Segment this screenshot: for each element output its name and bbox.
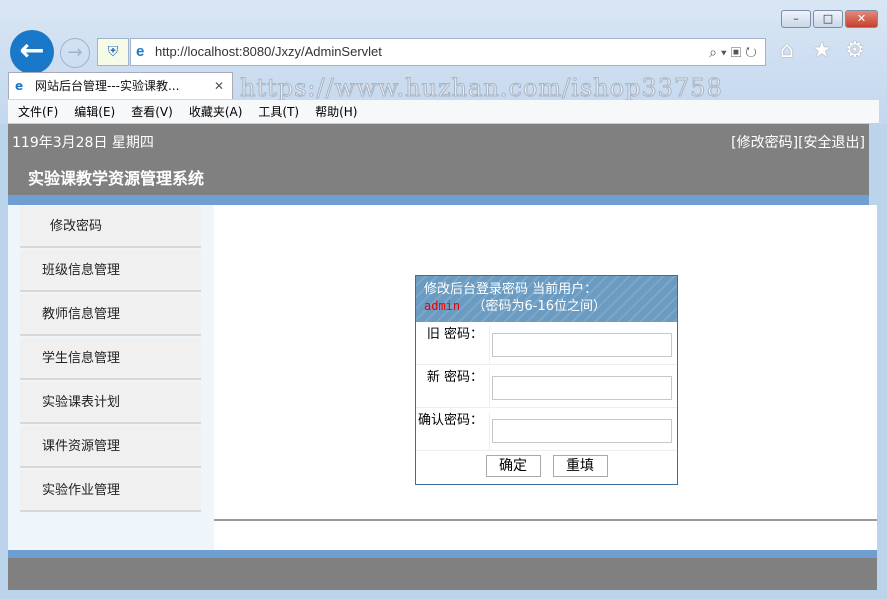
maximize-button[interactable]: □ (813, 10, 843, 28)
current-user: admin (424, 299, 461, 313)
logout-link[interactable]: [安全退出] (798, 135, 865, 151)
sidebar-item-courseware[interactable]: 课件资源管理 (20, 426, 201, 468)
sidebar: 修改密码 班级信息管理 教师信息管理 学生信息管理 实验课表计划 课件资源管理 … (8, 205, 214, 550)
menu-help[interactable]: 帮助(H) (315, 100, 357, 124)
home-icon[interactable]: ⌂ (780, 38, 794, 63)
submit-button[interactable]: 确定 (485, 455, 541, 477)
sidebar-item-student[interactable]: 学生信息管理 (20, 338, 201, 380)
sidebar-item-homework[interactable]: 实验作业管理 (20, 470, 201, 512)
close-window-button[interactable]: ✕ (845, 10, 878, 28)
menu-view[interactable]: 查看(V) (131, 100, 173, 124)
page-footer (8, 558, 877, 590)
confirm-password-input[interactable] (492, 419, 672, 443)
change-password-form: 修改后台登录密码 当前用户： admin （密码为6-16位之间） 旧 密码： 新… (415, 275, 678, 485)
back-button[interactable]: ← (10, 30, 54, 74)
date-text: 119年3月28日 星期四 (12, 135, 154, 151)
divider (214, 519, 877, 521)
url-text: http://localhost:8080/Jxzy/AdminServlet (155, 44, 382, 59)
gear-icon[interactable]: ⚙ (845, 38, 865, 63)
watermark: https://www.huzhan.com/ishop33758 (240, 74, 723, 103)
menu-file[interactable]: 文件(F) (18, 100, 58, 124)
old-password-input[interactable] (492, 333, 672, 357)
minimize-button[interactable]: – (781, 10, 811, 28)
footer-stripe (8, 550, 877, 558)
change-password-link[interactable]: [修改密码] (731, 135, 798, 151)
browser-tab[interactable]: e 网站后台管理---实验课教... ✕ (8, 72, 233, 99)
shield-icon[interactable]: ⛨ (97, 38, 129, 66)
tab-title: 网站后台管理---实验课教... (35, 79, 180, 93)
favorites-star-icon[interactable]: ★ (812, 38, 832, 63)
ie-icon: e (136, 43, 145, 60)
menu-edit[interactable]: 编辑(E) (74, 100, 115, 124)
menu-bar: 文件(F) 编辑(E) 查看(V) 收藏夹(A) 工具(T) 帮助(H) (8, 100, 879, 124)
sidebar-item-class[interactable]: 班级信息管理 (20, 250, 201, 292)
system-title: 实验课教学资源管理系统 (28, 169, 205, 188)
password-hint: （密码为6-16位之间） (472, 299, 607, 314)
sidebar-item-change-password[interactable]: 修改密码 (20, 206, 201, 248)
form-header: 修改后台登录密码 当前用户： admin （密码为6-16位之间） (416, 276, 677, 322)
form-title: 修改后台登录密码 当前用户： (424, 282, 598, 297)
page-header: 119年3月28日 星期四 [修改密码][安全退出] 实验课教学资源管理系统 (8, 124, 869, 195)
sidebar-item-teacher[interactable]: 教师信息管理 (20, 294, 201, 336)
ie-icon: e (15, 79, 24, 93)
address-bar[interactable]: e http://localhost:8080/Jxzy/AdminServlet… (130, 38, 766, 66)
reset-button[interactable]: 重填 (552, 455, 608, 477)
new-password-input[interactable] (492, 376, 672, 400)
header-stripe (8, 195, 869, 205)
menu-tools[interactable]: 工具(T) (258, 100, 299, 124)
sidebar-item-schedule[interactable]: 实验课表计划 (20, 382, 201, 424)
close-tab-icon[interactable]: ✕ (214, 73, 224, 99)
refresh-icon[interactable]: ⌕ ▾ ▣ ↻ (709, 39, 757, 65)
new-password-label: 新 密码： (416, 369, 490, 407)
old-password-label: 旧 密码： (416, 326, 490, 364)
confirm-password-label: 确认密码： (416, 412, 490, 450)
forward-button[interactable]: → (60, 38, 90, 68)
header-links: [修改密码][安全退出] (731, 132, 865, 152)
menu-favorites[interactable]: 收藏夹(A) (189, 100, 243, 124)
